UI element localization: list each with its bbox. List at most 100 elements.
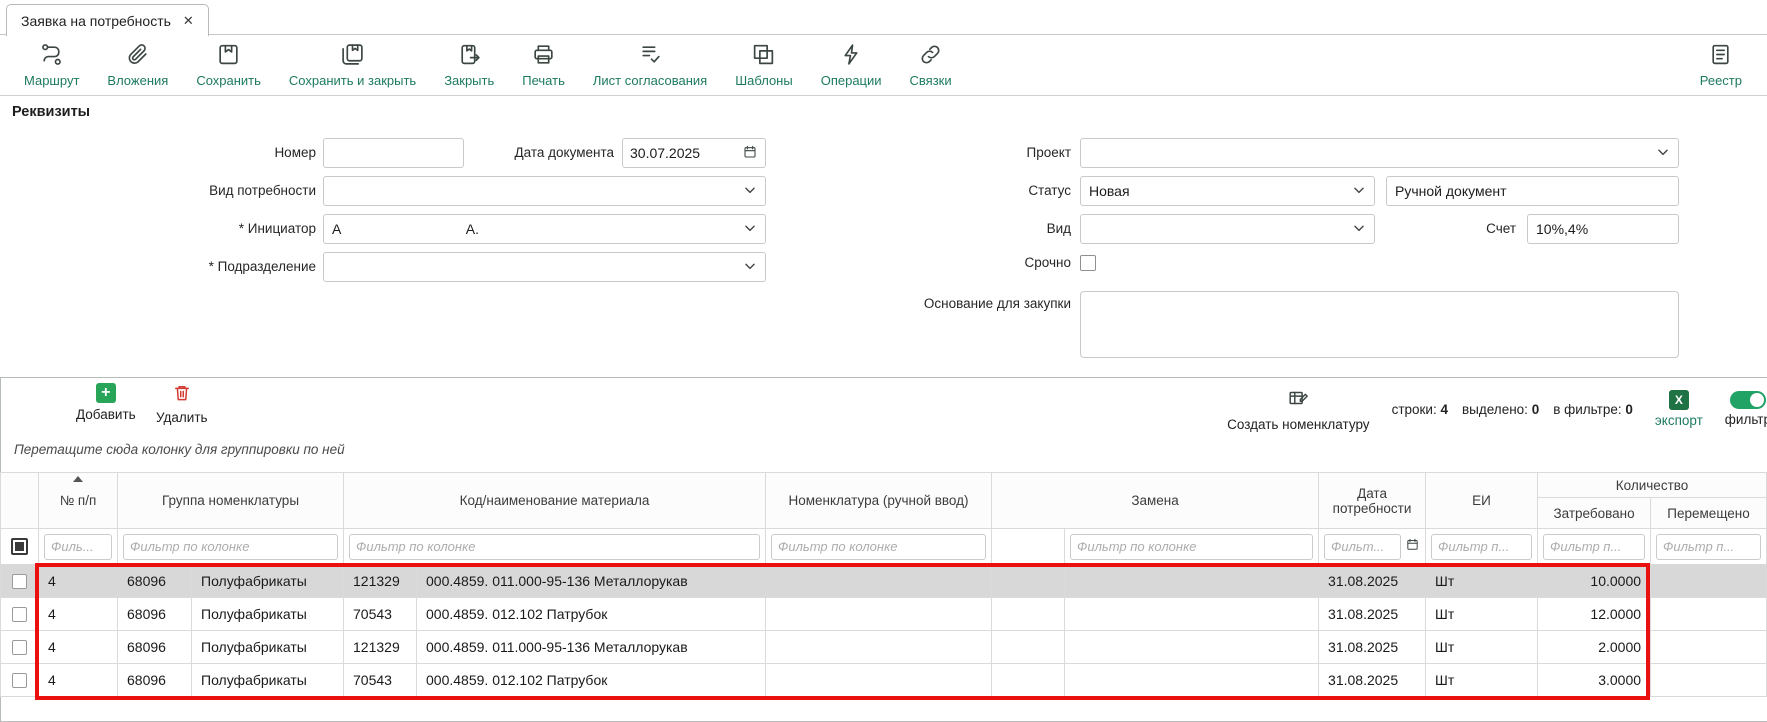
- cell-requested[interactable]: 2.0000: [1538, 631, 1651, 664]
- header-unit[interactable]: ЕИ: [1426, 473, 1538, 529]
- account-input[interactable]: [1527, 214, 1679, 244]
- toolbar-button-links[interactable]: Связки: [902, 36, 960, 90]
- toolbar-button-attachments[interactable]: Вложения: [99, 36, 176, 90]
- toolbar-button-print[interactable]: Печать: [514, 36, 573, 90]
- cell-replacement[interactable]: [1065, 598, 1319, 631]
- header-material[interactable]: Код/наименование материала: [344, 473, 766, 529]
- need-type-select[interactable]: [323, 176, 766, 206]
- cell-manual-nomenclature[interactable]: [766, 631, 992, 664]
- cell-requested[interactable]: 3.0000: [1538, 664, 1651, 697]
- filter-requested-input[interactable]: [1543, 534, 1645, 560]
- cell-group-name[interactable]: Полуфабрикаты: [192, 598, 344, 631]
- select-all-checkbox[interactable]: [11, 538, 28, 555]
- status-select[interactable]: Новая: [1080, 176, 1375, 206]
- cell-replacement[interactable]: [1065, 565, 1319, 598]
- cell-unit[interactable]: Шт: [1426, 631, 1538, 664]
- cell-npp[interactable]: 4: [39, 631, 118, 664]
- row-checkbox[interactable]: [12, 607, 27, 622]
- cell-group-code[interactable]: 68096: [118, 631, 192, 664]
- kind-select[interactable]: [1080, 214, 1375, 244]
- cell-material-name[interactable]: 000.4859. 011.000-95-136 Металлорукав: [417, 631, 766, 664]
- header-moved[interactable]: Перемещено: [1651, 498, 1767, 529]
- filter-npp-input[interactable]: [44, 534, 112, 560]
- cell-moved[interactable]: [1651, 631, 1767, 664]
- cell-material-name[interactable]: 000.4859. 012.102 Патрубок: [417, 598, 766, 631]
- filter-unit-input[interactable]: [1431, 534, 1532, 560]
- cell-npp[interactable]: 4: [39, 598, 118, 631]
- cell-unit[interactable]: Шт: [1426, 598, 1538, 631]
- header-npp[interactable]: № п/п: [39, 473, 118, 529]
- filter-moved-input[interactable]: [1656, 534, 1761, 560]
- calendar-icon[interactable]: [742, 144, 758, 163]
- filter-manual-nomenclature-input[interactable]: [771, 534, 986, 560]
- header-requested[interactable]: Затребовано: [1538, 498, 1651, 529]
- filter-replacement-input[interactable]: [1070, 534, 1313, 560]
- toolbar-button-registry[interactable]: Реестр: [1692, 36, 1750, 90]
- cell-manual-nomenclature[interactable]: [766, 598, 992, 631]
- project-select[interactable]: [1080, 138, 1679, 168]
- initiator-select[interactable]: А А.: [323, 214, 766, 244]
- cell-requested[interactable]: 10.0000: [1538, 565, 1651, 598]
- purchase-reason-textarea[interactable]: [1080, 291, 1679, 358]
- cell-group-name[interactable]: Полуфабрикаты: [192, 631, 344, 664]
- cell-replacement-code[interactable]: [992, 664, 1065, 697]
- cell-unit[interactable]: Шт: [1426, 565, 1538, 598]
- close-tab-icon[interactable]: ✕: [183, 13, 194, 29]
- cell-group-name[interactable]: Полуфабрикаты: [192, 664, 344, 697]
- toolbar-button-close[interactable]: Закрыть: [436, 36, 502, 90]
- toolbar-button-save-close[interactable]: Сохранить и закрыть: [281, 36, 424, 90]
- header-manual-nomenclature[interactable]: Номенклатура (ручной ввод): [766, 473, 992, 529]
- cell-replacement-code[interactable]: [992, 598, 1065, 631]
- doc-date-input[interactable]: 30.07.2025: [622, 138, 766, 168]
- filter-group-input[interactable]: [123, 534, 338, 560]
- add-row-button[interactable]: + Добавить: [76, 383, 136, 422]
- calendar-icon[interactable]: [1405, 537, 1420, 557]
- header-need-date[interactable]: Дата потребности: [1319, 473, 1426, 529]
- filter-material-input[interactable]: [349, 534, 760, 560]
- cell-replacement[interactable]: [1065, 664, 1319, 697]
- filter-need-date-input[interactable]: [1324, 534, 1401, 560]
- cell-group-code[interactable]: 68096: [118, 664, 192, 697]
- cell-replacement-code[interactable]: [992, 631, 1065, 664]
- delete-row-button[interactable]: Удалить: [156, 383, 208, 425]
- cell-material-code[interactable]: 70543: [344, 664, 417, 697]
- number-input[interactable]: [323, 138, 464, 168]
- cell-manual-nomenclature[interactable]: [766, 565, 992, 598]
- cell-need-date[interactable]: 31.08.2025: [1319, 565, 1426, 598]
- toolbar-button-operations[interactable]: Операции: [813, 36, 890, 90]
- cell-group-code[interactable]: 68096: [118, 598, 192, 631]
- cell-need-date[interactable]: 31.08.2025: [1319, 598, 1426, 631]
- cell-material-code[interactable]: 70543: [344, 598, 417, 631]
- create-nomenclature-button[interactable]: Создать номенклатуру: [1227, 387, 1369, 432]
- cell-moved[interactable]: [1651, 664, 1767, 697]
- cell-replacement-code[interactable]: [992, 565, 1065, 598]
- urgent-checkbox[interactable]: [1080, 255, 1096, 271]
- cell-material-code[interactable]: 121329: [344, 565, 417, 598]
- cell-manual-nomenclature[interactable]: [766, 664, 992, 697]
- row-checkbox[interactable]: [12, 673, 27, 688]
- row-checkbox[interactable]: [12, 640, 27, 655]
- toolbar-button-save[interactable]: Сохранить: [188, 36, 269, 90]
- export-excel-button[interactable]: X экспорт: [1655, 390, 1703, 428]
- filter-toggle[interactable]: [1730, 391, 1766, 409]
- cell-npp[interactable]: 4: [39, 565, 118, 598]
- cell-material-name[interactable]: 000.4859. 012.102 Патрубок: [417, 664, 766, 697]
- header-replacement[interactable]: Замена: [992, 473, 1319, 529]
- toolbar-button-approval-sheet[interactable]: Лист согласования: [585, 36, 715, 90]
- cell-material-name[interactable]: 000.4859. 011.000-95-136 Металлорукав: [417, 565, 766, 598]
- cell-need-date[interactable]: 31.08.2025: [1319, 631, 1426, 664]
- cell-material-code[interactable]: 121329: [344, 631, 417, 664]
- cell-npp[interactable]: 4: [39, 664, 118, 697]
- cell-need-date[interactable]: 31.08.2025: [1319, 664, 1426, 697]
- document-tab[interactable]: Заявка на потребность ✕: [6, 4, 209, 36]
- cell-replacement[interactable]: [1065, 631, 1319, 664]
- department-select[interactable]: [323, 252, 766, 282]
- toolbar-button-templates[interactable]: Шаблоны: [727, 36, 801, 90]
- cell-moved[interactable]: [1651, 565, 1767, 598]
- cell-group-code[interactable]: 68096: [118, 565, 192, 598]
- cell-requested[interactable]: 12.0000: [1538, 598, 1651, 631]
- header-nomenclature-group[interactable]: Группа номенклатуры: [118, 473, 344, 529]
- toolbar-button-route[interactable]: Маршрут: [16, 36, 87, 90]
- cell-moved[interactable]: [1651, 598, 1767, 631]
- row-checkbox[interactable]: [12, 574, 27, 589]
